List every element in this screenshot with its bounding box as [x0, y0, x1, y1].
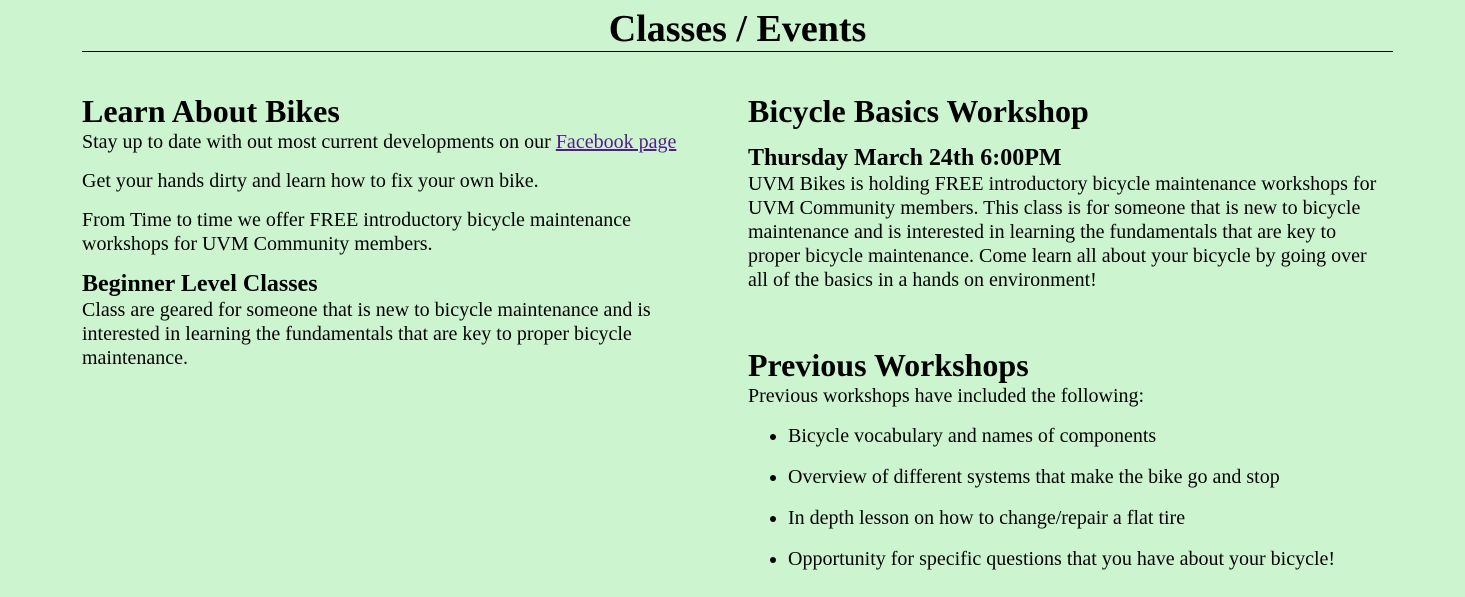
- list-item: Bicycle vocabulary and names of componen…: [788, 424, 1388, 448]
- list-item: Opportunity for specific questions that …: [788, 547, 1388, 571]
- facebook-intro-label: Stay up to date with out most current de…: [82, 131, 556, 153]
- workshop-description: UVM Bikes is holding FREE introductory b…: [748, 173, 1377, 291]
- workshop-date: Thursday March 24th 6:00PM: [748, 145, 1062, 171]
- facebook-intro-text: Stay up to date with out most current de…: [82, 130, 712, 154]
- workshops-section: Bicycle Basics Workshop Thursday March 2…: [748, 92, 1388, 588]
- previous-workshops-list: Bicycle vocabulary and names of componen…: [748, 424, 1388, 571]
- previous-workshops-heading: Previous Workshops: [748, 347, 1029, 383]
- list-item: Overview of different systems that make …: [788, 465, 1388, 489]
- learn-about-bikes-section: Learn About Bikes Stay up to date with o…: [82, 92, 712, 370]
- previous-workshops-intro: Previous workshops have included the fol…: [748, 385, 1145, 407]
- hands-dirty-text: Get your hands dirty and learn how to fi…: [82, 170, 539, 192]
- learn-about-bikes-heading: Learn About Bikes: [82, 93, 340, 129]
- facebook-page-link[interactable]: Facebook page: [556, 131, 677, 153]
- beginner-classes-heading: Beginner Level Classes: [82, 271, 318, 297]
- bicycle-basics-heading: Bicycle Basics Workshop: [748, 93, 1089, 129]
- list-item: In depth lesson on how to change/repair …: [788, 506, 1388, 530]
- page-title: Classes / Events: [82, 8, 1393, 52]
- previous-workshops-section: Previous Workshops Previous workshops ha…: [748, 346, 1388, 571]
- free-workshops-text: From Time to time we offer FREE introduc…: [82, 209, 631, 255]
- beginner-classes-text: Class are geared for someone that is new…: [82, 299, 651, 369]
